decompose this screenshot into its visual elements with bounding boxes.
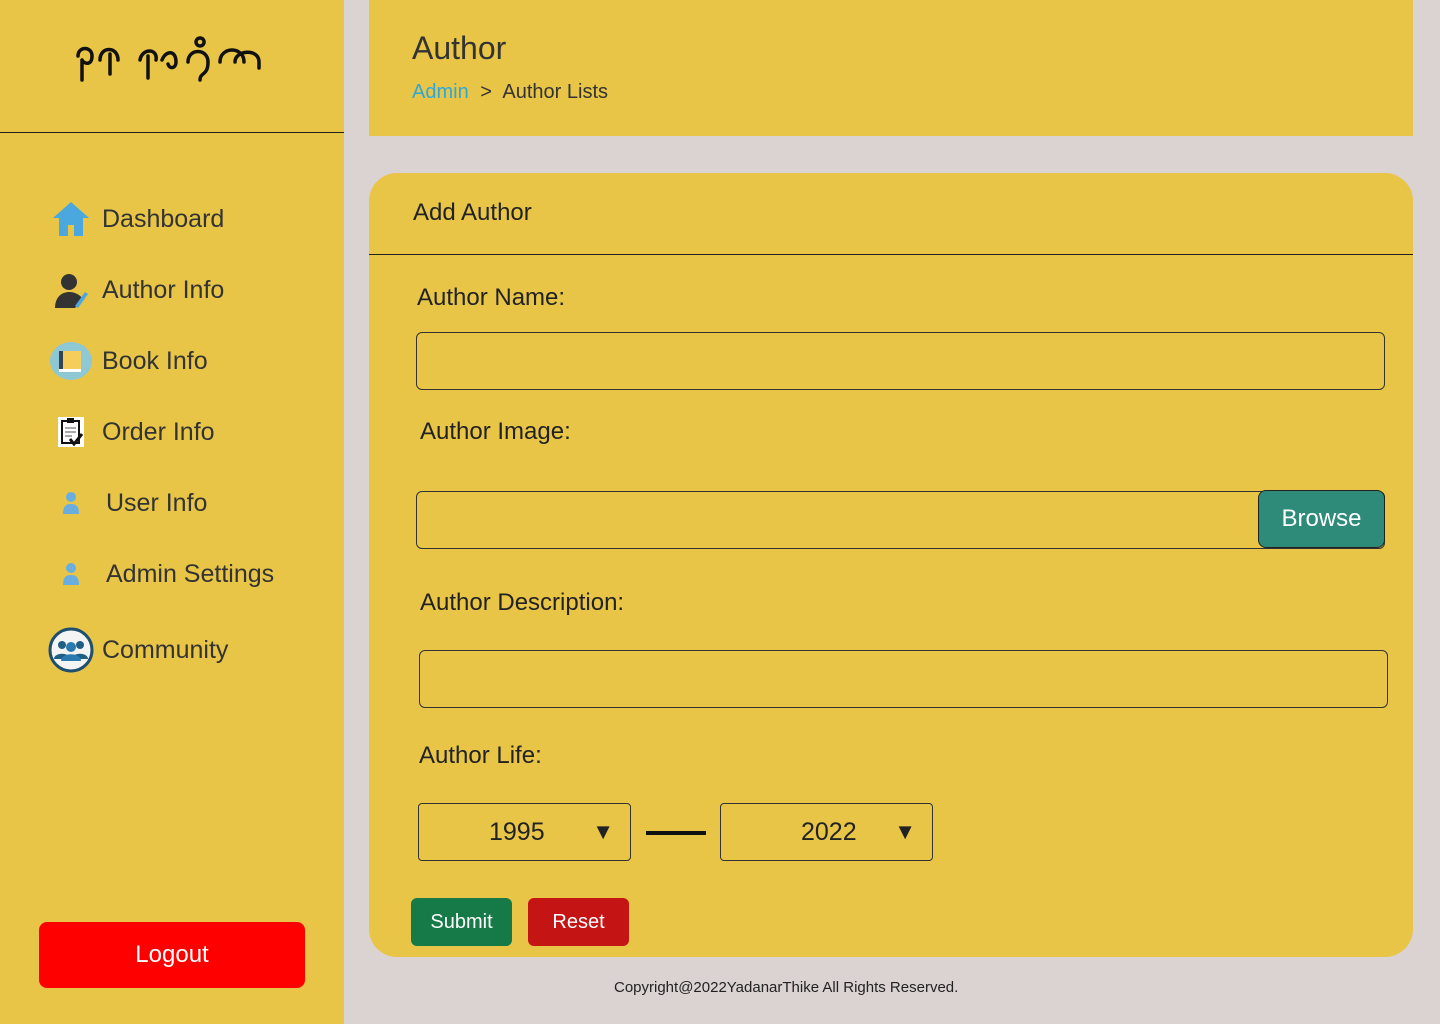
sidebar-item-label: Author Info	[102, 275, 225, 304]
author-name-input[interactable]	[416, 332, 1385, 390]
dropdown-arrow-icon: ▼	[592, 819, 614, 844]
book-icon	[48, 338, 94, 384]
range-dash	[646, 831, 706, 835]
sidebar-item-label: Order Info	[102, 417, 215, 446]
sidebar-item-label: Community	[102, 635, 229, 664]
breadcrumb-separator: >	[480, 81, 492, 103]
home-icon	[48, 196, 94, 242]
reset-button[interactable]: Reset	[528, 898, 629, 946]
author-image-label: Author Image:	[420, 418, 571, 445]
footer-copyright: Copyright@2022YadanarThike All Rights Re…	[614, 979, 959, 996]
sidebar-item-label: Dashboard	[102, 204, 225, 233]
birth-year-select[interactable]: 1995 ▼	[418, 803, 631, 861]
sidebar-item-label: Admin Settings	[106, 559, 275, 588]
author-icon	[48, 267, 94, 313]
death-year-value: 2022	[801, 817, 857, 846]
dropdown-arrow-icon: ▼	[894, 819, 916, 844]
sidebar-divider	[0, 132, 344, 133]
page-title: Author	[412, 30, 507, 66]
sidebar-item-label: User Info	[106, 488, 208, 517]
breadcrumb-admin-link[interactable]: Admin	[412, 81, 469, 103]
birth-year-value: 1995	[489, 817, 545, 846]
sidebar: Dashboard Author Info Book Info Order In…	[0, 0, 344, 1024]
browse-button[interactable]: Browse	[1258, 490, 1385, 548]
clipboard-icon	[48, 409, 94, 455]
logout-button[interactable]: Logout	[39, 922, 305, 988]
author-description-label: Author Description:	[420, 589, 625, 616]
author-name-label: Author Name:	[417, 284, 566, 311]
user-icon	[48, 551, 94, 597]
breadcrumb: Admin > Author Lists	[412, 81, 608, 104]
community-icon	[48, 627, 94, 673]
logo	[76, 36, 261, 82]
sidebar-item-author-info[interactable]: Author Info	[48, 267, 224, 313]
form-title: Add Author	[413, 199, 532, 226]
author-life-label: Author Life:	[419, 742, 542, 769]
user-icon	[48, 480, 94, 526]
breadcrumb-current: Author Lists	[502, 81, 609, 103]
author-description-input[interactable]	[419, 650, 1388, 708]
sidebar-item-admin-settings[interactable]: Admin Settings	[48, 551, 274, 597]
page-header: Author Admin > Author Lists	[369, 0, 1413, 136]
sidebar-item-user-info[interactable]: User Info	[48, 480, 207, 526]
submit-button[interactable]: Submit	[411, 898, 512, 946]
sidebar-item-community[interactable]: Community	[48, 627, 228, 673]
add-author-form: Add Author Author Name: Author Image: Br…	[369, 173, 1413, 957]
sidebar-item-dashboard[interactable]: Dashboard	[48, 196, 224, 242]
sidebar-item-book-info[interactable]: Book Info	[48, 338, 208, 384]
form-divider	[369, 254, 1413, 255]
author-image-file-input[interactable]	[416, 491, 1385, 549]
sidebar-item-order-info[interactable]: Order Info	[48, 409, 215, 455]
sidebar-item-label: Book Info	[102, 346, 208, 375]
death-year-select[interactable]: 2022 ▼	[720, 803, 933, 861]
